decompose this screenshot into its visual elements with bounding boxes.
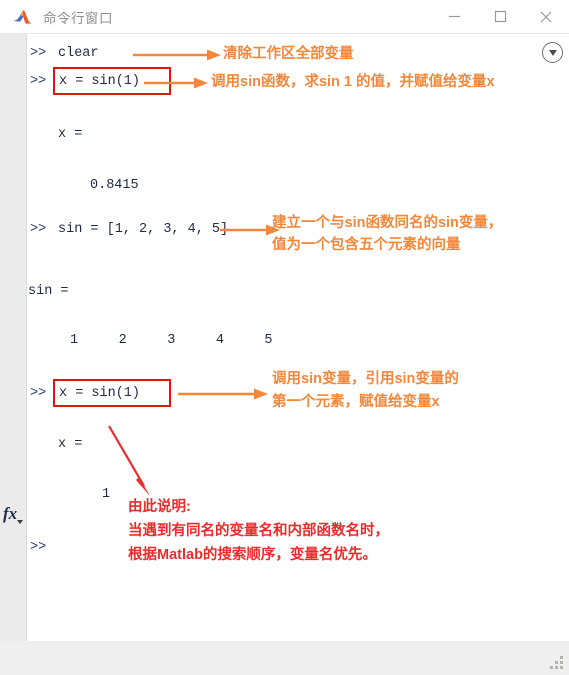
console-line-sin-vector: sin = [1, 2, 3, 4, 5] bbox=[58, 222, 229, 237]
console-output-sin-label: sin = bbox=[28, 284, 69, 299]
arrow-to-note bbox=[108, 425, 150, 496]
annotation-sin-variable-line2: 值为一个包含五个元素的向量 bbox=[272, 237, 461, 253]
note-line-1: 由此说明: bbox=[128, 499, 191, 515]
arrow-to-annotation-4 bbox=[178, 388, 268, 400]
console-prompt: >> bbox=[30, 222, 47, 237]
fx-function-icon[interactable]: fx bbox=[3, 504, 27, 526]
console-prompt: >> bbox=[30, 46, 47, 61]
annotation-sin-index-line1: 调用sin变量，引用sin变量的 bbox=[272, 371, 459, 387]
console-output-x-label-2: x = bbox=[58, 437, 83, 452]
console-prompt: >> bbox=[30, 386, 47, 401]
console-line-clear: clear bbox=[58, 46, 99, 61]
command-window-body: fx >> clear >> x = sin(1) x = 0.8415 >> … bbox=[0, 33, 569, 641]
console-surface[interactable]: >> clear >> x = sin(1) x = 0.8415 >> sin… bbox=[28, 34, 569, 641]
maximize-button[interactable] bbox=[477, 0, 523, 33]
annotation-clear: 清除工作区全部变量 bbox=[223, 46, 354, 62]
highlight-box-second-command bbox=[53, 379, 171, 407]
console-output-x-value-1: 0.8415 bbox=[90, 178, 139, 193]
resize-grip[interactable] bbox=[549, 655, 563, 669]
title-bar-left: 命令行窗口 bbox=[0, 7, 113, 27]
title-bar: 命令行窗口 bbox=[0, 0, 569, 33]
note-line-2: 当遇到有同名的变量名和内部函数名时， bbox=[128, 523, 389, 539]
annotation-sin-call: 调用sin函数，求sin 1 的值，并赋值给变量x bbox=[211, 74, 495, 90]
arrow-to-annotation-1 bbox=[133, 49, 221, 61]
arrow-to-annotation-2 bbox=[144, 77, 208, 89]
fx-caret-icon bbox=[17, 520, 23, 524]
note-line-3: 根据Matlab的搜索顺序，变量名优先。 bbox=[128, 547, 377, 563]
editor-gutter: fx bbox=[0, 34, 27, 641]
console-prompt: >> bbox=[30, 74, 47, 89]
window-controls bbox=[431, 0, 569, 33]
chevron-down-circle-icon[interactable] bbox=[542, 42, 563, 63]
console-prompt-active[interactable]: >> bbox=[30, 540, 46, 556]
matlab-logo-icon bbox=[12, 8, 34, 26]
annotation-sin-variable-line1: 建立一个与sin函数同名的sin变量， bbox=[272, 215, 503, 231]
console-output-x-label-1: x = bbox=[58, 127, 83, 142]
minimize-button[interactable] bbox=[431, 0, 477, 33]
annotation-sin-index-line2: 第一个元素，赋值给变量x bbox=[272, 394, 440, 410]
chevron-down-glyph bbox=[548, 50, 557, 56]
close-button[interactable] bbox=[523, 0, 569, 33]
console-output-sin-values: 1 2 3 4 5 bbox=[70, 333, 273, 348]
window-title: 命令行窗口 bbox=[43, 10, 113, 26]
